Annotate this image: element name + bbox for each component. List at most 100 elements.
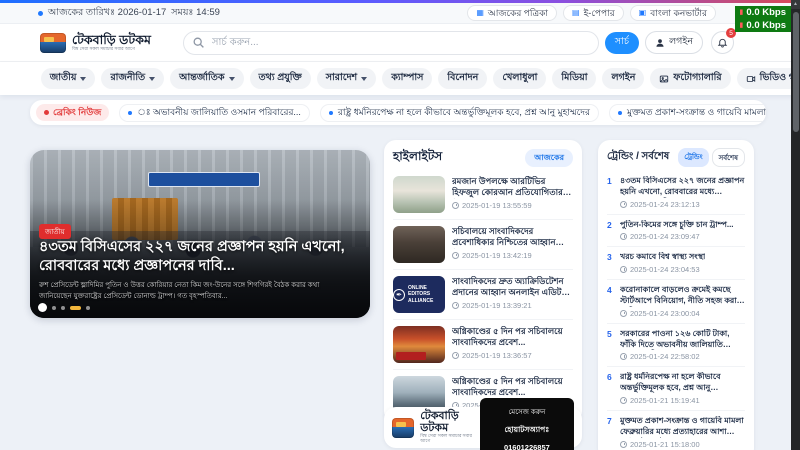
slider-dot[interactable] <box>38 303 47 312</box>
tab-trending[interactable]: ট্রেন্ডিং <box>678 148 708 167</box>
trending-item[interactable]: 1 ৪৩তম বিসিএসের ২২৭ জনের প্রজ্ঞাপন হয়নি… <box>607 171 745 215</box>
timestamp: 2025-01-19 13:42:19 <box>462 251 532 260</box>
editors-alliance-logo: ✒ ONLINE EDITORS ALLIANCE <box>393 276 445 313</box>
chevron-down-icon <box>80 77 86 81</box>
highlights-title: হাইলাইটস <box>393 148 442 168</box>
trending-card: ট্রেন্ডিং / সর্বশেষ ট্রেন্ডিং সর্বশেষ 1 … <box>598 140 754 450</box>
whatsapp-cta[interactable]: মেসেজ করুন হোয়াটসঅ্যাপঃ 01601226857 <box>480 398 574 450</box>
slider-dot-active[interactable] <box>70 306 81 310</box>
site-name: টেকবাড়ি ডটকম <box>72 34 151 47</box>
notifications-button[interactable]: 5 <box>711 31 734 54</box>
ticker-item[interactable]: ঃ অভাবনীয় জালিয়াতি ওসমান পরিবারের... <box>119 104 310 122</box>
bullet-icon <box>38 11 43 16</box>
timestamp: 2025-01-24 23:04:53 <box>630 265 700 274</box>
slider-dot[interactable] <box>61 306 65 310</box>
scrollbar-up-arrow[interactable]: ▲ <box>791 0 800 9</box>
highlight-item[interactable]: রমজান উপলক্ষে আরটিভির হিফজুল কোরআন প্রতি… <box>393 170 573 220</box>
breaking-badge: ব্রেকিং নিউজ <box>36 104 109 121</box>
search-input[interactable] <box>183 31 599 55</box>
clock-icon <box>620 397 627 404</box>
page: আজকের তারিখঃ 2026-01-17 সময়ঃ 14:59 ▦ আজ… <box>0 0 800 450</box>
todays-paper-label: আজকের পত্রিকা <box>488 6 548 21</box>
nav-item-photo-gallery[interactable]: ফটোগ্যালারি <box>650 68 730 89</box>
tab-latest[interactable]: সর্বশেষ <box>712 148 745 167</box>
trending-item[interactable]: 7 মুক্তমত প্রকাশ-সংক্রান্ত ও গায়েবি মাম… <box>607 411 745 450</box>
rank-number: 2 <box>607 220 615 242</box>
highlight-item[interactable]: সচিবালয়ে সাংবাদিকদের প্রবেশাধিকার নিশ্চ… <box>393 220 573 270</box>
rank-number: 3 <box>607 252 615 274</box>
article-thumbnail <box>393 226 445 263</box>
search-button[interactable]: সার্চ <box>605 32 639 54</box>
chevron-down-icon <box>361 77 367 81</box>
featured-article[interactable]: জাতীয় ৪৩তম বিসিএসের ২২৭ জনের প্রজ্ঞাপন … <box>30 150 370 318</box>
newspaper-icon: ▤ <box>572 9 580 17</box>
upload-speed-value: 0.0 Kbps <box>746 20 786 31</box>
nav-item-countrywide[interactable]: সারাদেশ <box>317 68 376 89</box>
grid-icon: ▦ <box>476 9 484 17</box>
photo-icon <box>659 74 669 84</box>
slider-dot[interactable] <box>86 306 90 310</box>
trending-item[interactable]: 4 করোনাকালে বাড়লেও ক্রমেই কমছে স্টার্টআ… <box>607 280 745 324</box>
todays-paper-link[interactable]: ▦ আজকের পত্রিকা <box>467 5 557 21</box>
nav-item-politics[interactable]: রাজনীতি <box>101 68 164 89</box>
trending-item[interactable]: 3 খরচ কমাবে বিশ্ব স্বাস্থ্য সংস্থা 2025-… <box>607 247 745 280</box>
nav-item-entertainment[interactable]: বিনোদন <box>438 68 487 89</box>
nav-item-media[interactable]: মিডিয়া <box>552 68 596 89</box>
breaking-news-ticker: ব্রেকিং নিউজ ঃ অভাবনীয় জালিয়াতি ওসমান … <box>30 100 766 125</box>
nav-item-campus[interactable]: ক্যাম্পাস <box>382 68 432 89</box>
topbar-links: ▦ আজকের পত্রিকা ▤ ই-পেপার ▣ বাংলা কনভার্… <box>467 5 716 21</box>
epaper-link[interactable]: ▤ ই-পেপার <box>563 5 624 21</box>
cta-line1: মেসেজ করুন <box>508 409 545 416</box>
converter-icon: ▣ <box>639 9 647 17</box>
browser-scrollbar[interactable]: ▲ <box>791 0 800 450</box>
video-icon <box>746 74 756 84</box>
ticker-item[interactable]: রাষ্ট্র ধর্মনিরপেক্ষ না হলে কীভাবে অন্তর… <box>320 104 599 122</box>
contact-banner[interactable]: টেকবাড়ি ডটকম বিশ্ব সেরা সকল সমাচার সবার… <box>384 407 582 448</box>
chevron-down-icon <box>229 77 235 81</box>
highlight-item[interactable]: ✒ ONLINE EDITORS ALLIANCE সাংবাদিকদের দ্… <box>393 270 573 320</box>
nav-item-national[interactable]: জাতীয় <box>41 68 96 89</box>
clock-icon <box>452 352 459 359</box>
login-label: লগইন <box>669 35 693 50</box>
scrollbar-thumb[interactable] <box>793 12 799 132</box>
site-logo[interactable]: টেকবাড়ি ডটকম বিশ্ব সেরা সকল সমাচার সবার… <box>40 33 151 53</box>
clock-icon <box>620 441 627 448</box>
rank-number: 5 <box>607 329 615 362</box>
featured-excerpt: রুশ প্রেসিডেন্ট ভ্লাদিমির পুতিন ও উত্তর … <box>39 281 340 302</box>
rank-number: 7 <box>607 416 615 449</box>
clock-icon <box>620 233 627 240</box>
current-time: সময়ঃ 14:59 <box>171 6 220 21</box>
bangla-converter-label: বাংলা কনভার্টার <box>650 6 707 21</box>
login-button[interactable]: লগইন <box>645 31 703 54</box>
banner-logo-icon <box>392 418 414 438</box>
slider-dot[interactable] <box>52 306 56 310</box>
date-time: আজকের তারিখঃ 2026-01-17 সময়ঃ 14:59 <box>38 6 220 21</box>
timestamp: 2025-01-24 22:58:02 <box>630 352 700 361</box>
rank-number: 6 <box>607 372 615 405</box>
bangla-converter-link[interactable]: ▣ বাংলা কনভার্টার <box>630 5 716 21</box>
trending-item[interactable]: 5 সরকারের পাওনা ১২৬ কোটি টাকা, ফাঁকি দিত… <box>607 324 745 368</box>
bell-icon <box>717 37 728 48</box>
download-speed: ▮ 0.0 Kbps <box>735 6 791 19</box>
site-header: টেকবাড়ি ডটকম বিশ্ব সেরা সকল সমাচার সবার… <box>0 24 800 62</box>
banner-site-name: টেকবাড়ি ডটকম <box>420 411 479 434</box>
up-arrow-icon: ▮ <box>740 22 744 29</box>
nav-item-international[interactable]: আন্তর্জাতিক <box>170 68 243 89</box>
clock-icon <box>620 310 627 317</box>
chevron-down-icon <box>149 77 155 81</box>
nav-item-technology[interactable]: তথ্য প্রযুক্তি <box>250 68 311 89</box>
nav-item-login[interactable]: লগইন <box>602 68 644 89</box>
banner-tagline: বিশ্ব সেরা সকল সমাচার সবার আগে <box>420 434 479 443</box>
timestamp: 2025-01-24 23:00:04 <box>630 309 700 318</box>
highlight-item[interactable]: অগ্নিকাণ্ডের ৫ দিন পর সচিবালয়ে সাংবাদিক… <box>393 320 573 370</box>
ticker-dot-icon <box>618 111 622 115</box>
banner-logo: টেকবাড়ি ডটকম বিশ্ব সেরা সকল সমাচার সবার… <box>392 411 480 444</box>
ticker-item[interactable]: মুক্তমত প্রকাশ-সংক্রান্ত ও গায়েবি মামলা… <box>609 104 766 122</box>
highlights-today-badge[interactable]: আজকের <box>525 149 573 167</box>
trending-item[interactable]: 6 রাষ্ট্র ধর্মনিরপেক্ষ না হলে কীভাবে অন্… <box>607 367 745 411</box>
slider-pagination <box>38 303 90 312</box>
trending-item[interactable]: 2 পুতিন-কিমের সঙ্গে চুক্তি চান ট্রাম্প..… <box>607 215 745 248</box>
highlights-card: হাইলাইটস আজকের রমজান উপলক্ষে আরটিভির হিফ… <box>384 140 582 423</box>
nav-item-sports[interactable]: খেলাধুলা <box>493 68 546 89</box>
timestamp: 2025-01-24 23:09:47 <box>630 232 700 241</box>
